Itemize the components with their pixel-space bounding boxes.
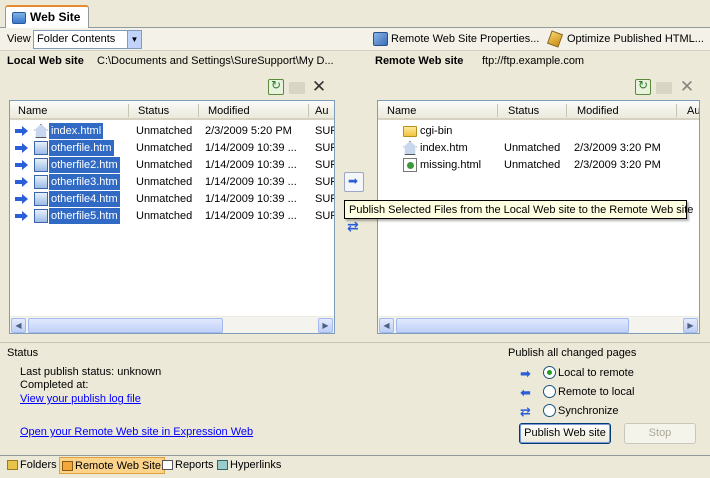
local-to-remote-icon	[520, 366, 536, 382]
page-icon	[34, 192, 48, 206]
tab-web-site[interactable]: Web Site	[5, 5, 89, 29]
tab-web-site-label: Web Site	[30, 10, 81, 24]
local-new-folder-icon[interactable]	[289, 82, 305, 94]
hyperlinks-icon	[217, 460, 228, 470]
remote-delete-icon[interactable]: ✕	[679, 78, 695, 95]
optimize-published-html-button[interactable]: Optimize Published HTML...	[546, 30, 704, 49]
html-page-icon	[403, 158, 417, 172]
remote-web-site-icon	[62, 461, 73, 471]
remote-to-local-label[interactable]: Remote to local	[558, 386, 634, 398]
page-icon	[34, 141, 48, 155]
page-icon	[34, 158, 48, 172]
last-publish-status: Last publish status: unknown	[20, 366, 162, 378]
chevron-down-icon[interactable]: ▼	[127, 31, 141, 48]
remote-web-site-properties-button[interactable]: Remote Web Site Properties...	[371, 30, 539, 49]
local-horizontal-scrollbar[interactable]: ◀ ▶	[10, 316, 334, 333]
view-dropdown[interactable]: Folder Contents ▼	[33, 30, 142, 49]
local-list-header: Name Status Modified Au	[10, 101, 334, 120]
table-row[interactable]: index.htm Unmatched 2/3/2009 3:20 PM	[378, 140, 699, 157]
remote-properties-icon	[373, 32, 388, 46]
local-site-path: C:\Documents and Settings\SureSupport\My…	[97, 55, 334, 67]
home-page-icon	[403, 141, 417, 155]
table-row[interactable]: otherfile4.htm Unmatched 1/14/2009 10:39…	[10, 191, 334, 208]
stop-button[interactable]: Stop	[624, 423, 696, 444]
tab-hyperlinks[interactable]: Hyperlinks	[215, 457, 284, 474]
col-name[interactable]: Name	[387, 105, 416, 117]
arrow-right-icon	[15, 160, 28, 170]
local-file-list[interactable]: Name Status Modified Au index.html Unmat…	[9, 100, 335, 334]
table-row[interactable]: otherfile5.htm Unmatched 1/14/2009 10:39…	[10, 208, 334, 225]
table-row[interactable]: otherfile2.htm Unmatched 1/14/2009 10:39…	[10, 157, 334, 174]
col-author[interactable]: Au	[687, 105, 699, 117]
page-icon	[34, 175, 48, 189]
reports-icon	[162, 460, 173, 470]
status-divider	[0, 342, 710, 343]
remote-new-folder-icon[interactable]	[656, 82, 672, 94]
folders-icon	[7, 460, 18, 470]
publish-selected-to-remote-button[interactable]	[344, 172, 364, 192]
publish-all-heading: Publish all changed pages	[508, 347, 637, 359]
synchronize-label[interactable]: Synchronize	[558, 405, 619, 417]
table-row[interactable]: index.html Unmatched 2/3/2009 5:20 PM SU…	[10, 123, 334, 140]
optimize-published-html-label: Optimize Published HTML...	[567, 33, 704, 45]
open-remote-site-link[interactable]: Open your Remote Web site in Expression …	[20, 426, 253, 438]
synchronize-selected-button[interactable]	[344, 218, 364, 238]
scroll-right-icon[interactable]: ▶	[318, 318, 333, 333]
scroll-left-icon[interactable]: ◀	[11, 318, 26, 333]
tab-remote-web-site[interactable]: Remote Web Site	[59, 457, 166, 474]
remote-horizontal-scrollbar[interactable]: ◀ ▶	[378, 316, 699, 333]
arrow-right-icon	[15, 143, 28, 153]
col-author[interactable]: Au	[315, 105, 328, 117]
arrow-right-icon	[15, 211, 28, 221]
table-row[interactable]: missing.html Unmatched 2/3/2009 3:20 PM	[378, 157, 699, 174]
view-publish-log-link[interactable]: View your publish log file	[20, 393, 141, 405]
col-name[interactable]: Name	[18, 105, 47, 117]
remote-site-path: ftp://ftp.example.com	[482, 55, 585, 67]
radio-synchronize[interactable]	[543, 404, 556, 417]
page-icon	[34, 209, 48, 223]
arrow-right-icon	[15, 126, 28, 136]
remote-list-header: Name Status Modified Au	[378, 101, 699, 120]
folder-icon	[403, 126, 417, 137]
view-label: View	[7, 33, 31, 45]
remote-refresh-icon[interactable]	[635, 78, 651, 95]
tab-folders[interactable]: Folders	[5, 457, 60, 474]
arrow-right-icon	[15, 177, 28, 187]
publish-web-site-button[interactable]: Publish Web site	[519, 423, 611, 444]
publish-tooltip: Publish Selected Files from the Local We…	[344, 200, 693, 219]
radio-local-to-remote[interactable]	[543, 366, 556, 379]
arrow-right-icon	[15, 194, 28, 204]
document-tab-strip	[0, 0, 710, 28]
view-dropdown-value: Folder Contents	[37, 33, 116, 45]
scroll-left-icon[interactable]: ◀	[379, 318, 394, 333]
synchronize-icon	[520, 404, 536, 420]
local-site-title: Local Web site	[7, 55, 84, 67]
col-modified[interactable]: Modified	[577, 105, 619, 117]
remote-site-title: Remote Web site	[375, 55, 464, 67]
home-page-icon	[34, 124, 48, 138]
scroll-thumb[interactable]	[28, 318, 223, 333]
web-site-icon	[12, 12, 26, 24]
col-modified[interactable]: Modified	[208, 105, 250, 117]
col-status[interactable]: Status	[138, 105, 169, 117]
local-delete-icon[interactable]: ✕	[311, 78, 327, 95]
local-refresh-icon[interactable]	[268, 78, 284, 95]
scroll-thumb[interactable]	[396, 318, 629, 333]
remote-web-site-properties-label: Remote Web Site Properties...	[391, 33, 540, 45]
col-status[interactable]: Status	[508, 105, 539, 117]
status-heading: Status	[7, 347, 39, 359]
tab-reports[interactable]: Reports	[160, 457, 217, 474]
magic-wand-icon	[546, 30, 564, 48]
table-row[interactable]: otherfile.htm Unmatched 1/14/2009 10:39 …	[10, 140, 334, 157]
completed-at: Completed at:	[20, 379, 89, 391]
scroll-right-icon[interactable]: ▶	[683, 318, 698, 333]
table-row[interactable]: otherfile3.htm Unmatched 1/14/2009 10:39…	[10, 174, 334, 191]
local-to-remote-label[interactable]: Local to remote	[558, 367, 634, 379]
table-row[interactable]: cgi-bin	[378, 123, 699, 140]
radio-remote-to-local[interactable]	[543, 385, 556, 398]
remote-to-local-icon	[520, 385, 536, 401]
